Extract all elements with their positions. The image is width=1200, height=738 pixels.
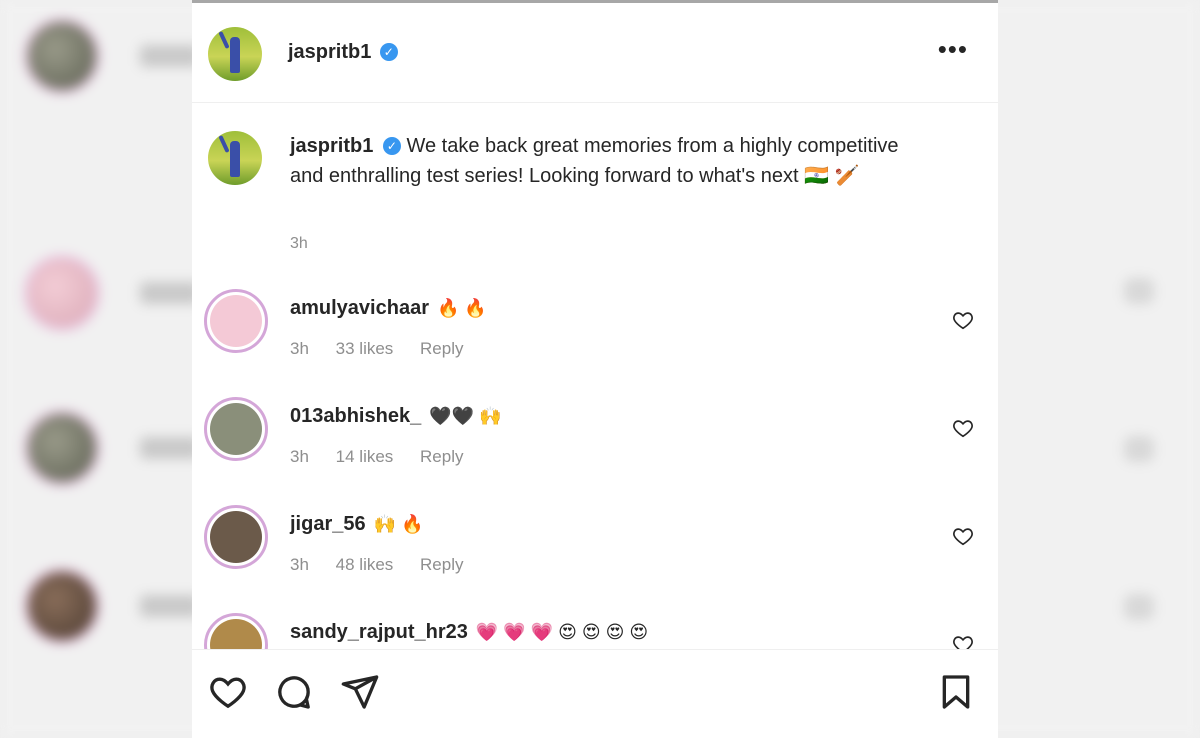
comment-meta: 3h 14 likes Reply: [290, 447, 486, 467]
comment-likes[interactable]: 14 likes: [336, 447, 394, 466]
caption-body: We take back great memories from a highl…: [290, 135, 899, 187]
bg-comment-row: [24, 255, 200, 331]
comment-time: 3h: [290, 447, 309, 466]
commenter-avatar[interactable]: [204, 397, 268, 461]
reply-button[interactable]: Reply: [420, 339, 463, 358]
comment-row: 013abhishek_ 🖤🖤 🙌 3h 14 likes Reply: [204, 397, 984, 477]
comment-emoji: 🔥 🔥: [436, 298, 487, 318]
comment-meta: 3h 33 likes Reply: [290, 339, 486, 359]
author-name-row: jaspritb1 ✓: [288, 41, 398, 64]
comment-icon[interactable]: [274, 672, 314, 712]
bg-heart: [1124, 594, 1154, 620]
post-panel: jaspritb1 ✓ ••• jaspritb1 ✓ We take back…: [192, 0, 998, 738]
commenter-username[interactable]: sandy_rajput_hr23: [290, 621, 468, 643]
heart-outline-icon[interactable]: [952, 525, 974, 547]
caption-text: jaspritb1 ✓ We take back great memories …: [290, 131, 910, 191]
bg-text: [140, 45, 200, 67]
bg-avatar: [24, 410, 100, 486]
caption-username[interactable]: jaspritb1: [290, 135, 373, 157]
comment-emoji: 🖤🖤 🙌: [429, 406, 502, 426]
comment-text: 013abhishek_ 🖤🖤 🙌: [290, 405, 501, 428]
bg-heart: [1124, 436, 1154, 462]
author-username[interactable]: jaspritb1: [288, 41, 371, 63]
commenter-username[interactable]: jigar_56: [290, 513, 366, 535]
bg-avatar: [24, 568, 100, 644]
comment-row: jigar_56 🙌 🔥 3h 48 likes Reply: [204, 505, 984, 585]
bg-avatar: [24, 255, 100, 331]
comment-time: 3h: [290, 339, 309, 358]
commenter-avatar[interactable]: [204, 289, 268, 353]
comment-text: amulyavichaar 🔥 🔥: [290, 297, 487, 320]
heart-outline-icon[interactable]: [952, 309, 974, 331]
post-header: jaspritb1 ✓ •••: [192, 3, 998, 103]
verified-badge-icon: ✓: [379, 43, 398, 61]
comment-row: amulyavichaar 🔥 🔥 3h 33 likes Reply: [204, 289, 984, 369]
reply-button[interactable]: Reply: [420, 447, 463, 466]
commenter-username[interactable]: amulyavichaar: [290, 297, 429, 319]
comment-meta: 3h 48 likes Reply: [290, 555, 486, 575]
commenter-username[interactable]: 013abhishek_: [290, 405, 421, 427]
caption-avatar[interactable]: [208, 131, 262, 185]
comment-likes[interactable]: 48 likes: [336, 555, 394, 574]
bg-heart: [1124, 278, 1154, 304]
comment-text: sandy_rajput_hr23 💗 💗 💗 😍 😍 😍 😍: [290, 621, 648, 644]
bg-text: [140, 595, 200, 617]
bg-text: [140, 437, 200, 459]
action-bar: [192, 649, 998, 738]
comment-time: 3h: [290, 555, 309, 574]
save-icon[interactable]: [936, 672, 976, 712]
comment-likes[interactable]: 33 likes: [336, 339, 394, 358]
comment-text: jigar_56 🙌 🔥: [290, 513, 423, 536]
caption-time: 3h: [290, 235, 308, 252]
share-icon[interactable]: [340, 672, 380, 712]
bg-text: [140, 282, 200, 304]
comment-emoji: 💗 💗 💗 😍 😍 😍 😍: [475, 622, 649, 642]
reply-button[interactable]: Reply: [420, 555, 463, 574]
bg-comment-row: [24, 568, 200, 644]
bg-comment-row: [24, 410, 200, 486]
commenter-avatar[interactable]: [204, 505, 268, 569]
heart-outline-icon[interactable]: [952, 417, 974, 439]
like-icon[interactable]: [208, 672, 248, 712]
bg-comment-row: [24, 18, 200, 94]
author-avatar[interactable]: [208, 27, 262, 81]
bg-avatar: [24, 18, 100, 94]
comment-emoji: 🙌 🔥: [373, 514, 424, 534]
verified-badge-icon: ✓: [382, 137, 401, 155]
more-options-icon[interactable]: •••: [938, 36, 968, 62]
